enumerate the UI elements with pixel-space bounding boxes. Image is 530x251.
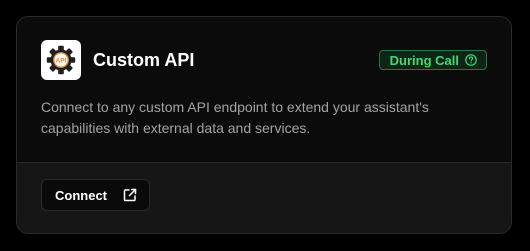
card-footer: Connect	[17, 162, 511, 233]
status-badge: During Call	[378, 50, 487, 70]
help-circle-icon[interactable]	[465, 54, 477, 66]
status-badge-label: During Call	[389, 52, 459, 68]
integration-card: API Custom API During Call Connect to an…	[16, 16, 512, 234]
external-link-icon	[123, 188, 137, 202]
integration-title: Custom API	[93, 50, 195, 70]
gear-api-icon: API	[46, 45, 76, 75]
connect-button-label: Connect	[55, 187, 107, 203]
svg-text:API: API	[56, 58, 67, 65]
connect-button[interactable]: Connect	[41, 179, 150, 211]
integration-description: Connect to any custom API endpoint to ex…	[41, 99, 429, 136]
card-header: API Custom API During Call Connect to an…	[17, 17, 511, 162]
integration-logo: API	[41, 40, 81, 80]
